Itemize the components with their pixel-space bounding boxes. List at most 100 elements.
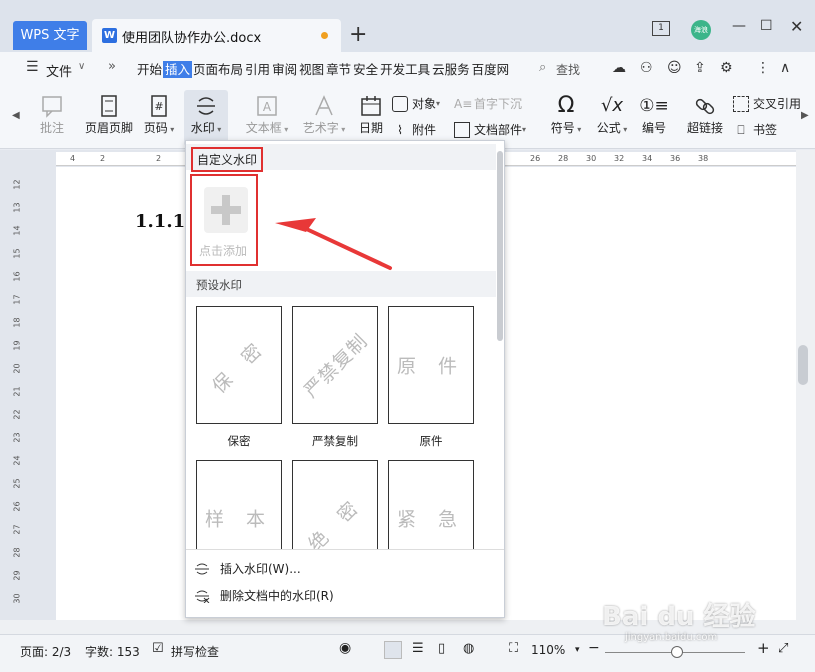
- vertical-scrollbar[interactable]: [796, 150, 815, 620]
- object-icon: [392, 95, 408, 112]
- collaborate-icon[interactable]: ⚇: [640, 60, 653, 76]
- object-button[interactable]: 对象 ▾: [392, 95, 440, 112]
- add-custom-watermark-button[interactable]: 点击添加: [190, 174, 258, 266]
- header-footer-button[interactable]: 页眉页脚: [84, 93, 134, 136]
- tab-home[interactable]: 开始: [136, 61, 163, 78]
- symbol-button[interactable]: Ω 符号 ▾: [548, 93, 584, 136]
- fullscreen-icon[interactable]: ⤢: [778, 641, 788, 656]
- file-menu[interactable]: 文件: [46, 61, 72, 80]
- zoom-out-button[interactable]: −: [588, 640, 600, 656]
- cross-ref-button[interactable]: 交叉引用: [733, 95, 801, 112]
- comment-button[interactable]: 批注: [34, 93, 70, 136]
- page-count-icon[interactable]: 1: [652, 21, 670, 36]
- page-view-icon[interactable]: [384, 641, 402, 659]
- zoom-dropdown-icon[interactable]: ▾: [575, 645, 580, 655]
- search-label[interactable]: 查找: [556, 61, 580, 78]
- web-view-icon[interactable]: ◍: [463, 641, 474, 656]
- fit-page-icon[interactable]: ⛶: [509, 641, 518, 656]
- preset-watermark-card[interactable]: 保 密: [196, 306, 282, 424]
- settings-icon[interactable]: ⚙: [720, 60, 733, 76]
- tab-view[interactable]: 视图: [298, 61, 325, 78]
- user-avatar[interactable]: 海浪: [691, 20, 711, 40]
- document-heading[interactable]: 1.1.1.: [135, 211, 191, 232]
- tab-review[interactable]: 审阅: [271, 61, 298, 78]
- preset-watermark-text: 原 件: [396, 355, 466, 378]
- ruler-tick: 21: [12, 386, 22, 397]
- zoom-slider-handle[interactable]: [671, 646, 683, 658]
- tab-security[interactable]: 安全: [352, 61, 379, 78]
- formula-button[interactable]: √x 公式 ▾: [594, 93, 630, 136]
- attachment-label: 附件: [412, 123, 437, 137]
- textbox-button[interactable]: A 文本框 ▾: [242, 93, 292, 136]
- formula-icon: √x: [600, 95, 624, 116]
- ruler-tick: 13: [12, 202, 22, 213]
- close-icon[interactable]: ✕: [790, 17, 803, 36]
- zoom-in-button[interactable]: +: [757, 639, 770, 657]
- numbering-icon: ①≡: [639, 96, 669, 116]
- hyperlink-button[interactable]: 超链接: [686, 93, 724, 136]
- tab-references[interactable]: 引用: [244, 61, 271, 78]
- more-options-icon[interactable]: ⋮: [756, 60, 770, 76]
- vertical-scrollbar-thumb[interactable]: [798, 345, 808, 385]
- preset-watermark-card[interactable]: 严禁复制: [292, 306, 378, 424]
- bookmark-button[interactable]: ⎕ 书签: [733, 121, 777, 138]
- preset-watermark-card[interactable]: 样 本: [196, 460, 282, 550]
- app-tab[interactable]: WPS 文字: [13, 21, 87, 50]
- doc-parts-button[interactable]: 文档部件 ▾: [454, 121, 526, 138]
- watermark-button[interactable]: 水印 ▾: [186, 93, 226, 136]
- cloud-sync-icon[interactable]: ☁: [612, 60, 626, 76]
- insert-watermark-menu-item[interactable]: 插入水印(W)...: [194, 560, 301, 577]
- ruler-tick: 28: [558, 154, 569, 163]
- dropdown-scrollbar-thumb[interactable]: [497, 151, 503, 341]
- spellcheck-label[interactable]: 拼写检查: [171, 643, 219, 660]
- numbering-button[interactable]: ①≡ 编号: [639, 93, 669, 136]
- hamburger-menu-icon[interactable]: ☰: [26, 59, 39, 75]
- page-number-icon: #: [151, 95, 167, 117]
- wordart-button[interactable]: 艺术字 ▾: [299, 93, 349, 136]
- ribbon-scroll-right-icon[interactable]: ▶: [801, 110, 811, 121]
- collapse-ribbon-icon[interactable]: ∧: [780, 60, 790, 76]
- ribbon-scroll-left-icon[interactable]: ◀: [12, 110, 22, 121]
- date-button[interactable]: 日期: [356, 93, 386, 136]
- page-number-button[interactable]: # 页码 ▾: [142, 93, 176, 136]
- preset-watermark-card[interactable]: 紧 急: [388, 460, 474, 550]
- page-indicator[interactable]: 页面: 2/3: [20, 643, 71, 660]
- tab-page-layout[interactable]: 页面布局: [192, 61, 244, 78]
- attachment-button[interactable]: ⌇ 附件: [392, 121, 436, 138]
- ruler-tick: 14: [12, 225, 22, 236]
- preset-watermark-card[interactable]: 原 件: [388, 306, 474, 424]
- ruler-tick: 22: [12, 409, 22, 420]
- numbering-label: 编号: [641, 121, 666, 135]
- paperclip-icon: ⌇: [397, 122, 403, 137]
- search-icon[interactable]: ⌕: [539, 60, 546, 75]
- tab-cloud[interactable]: 云服务: [431, 61, 471, 78]
- more-tabs-icon[interactable]: »: [108, 59, 116, 74]
- maximize-icon[interactable]: ☐: [760, 18, 773, 34]
- zoom-level[interactable]: 110%: [531, 643, 565, 657]
- share-icon[interactable]: ⇪: [694, 60, 706, 76]
- ruler-tick: 24: [12, 455, 22, 466]
- preset-watermark-text: 样 本: [204, 508, 274, 531]
- ribbon-tabs: 开始 插入 页面布局 引用 审阅 视图 章节 安全 开发工具 云服务 百度网: [136, 61, 510, 78]
- dropcap-button[interactable]: A≡ 首字下沉: [454, 95, 522, 112]
- delete-watermark-menu-item[interactable]: 删除文档中的水印(R): [194, 587, 334, 604]
- ruler-tick: 27: [12, 524, 22, 535]
- spellcheck-icon[interactable]: ☑: [152, 641, 164, 656]
- preset-watermark-card[interactable]: 绝 密: [292, 460, 378, 550]
- delete-watermark-label: 删除文档中的水印(R): [220, 589, 334, 603]
- chat-icon[interactable]: ☺: [667, 60, 682, 76]
- custom-watermark-header: 自定义水印: [186, 144, 496, 172]
- preset-watermark-text: 绝 密: [304, 492, 368, 550]
- document-tab[interactable]: W 使用团队协作办公.docx: [92, 19, 341, 52]
- minimize-icon[interactable]: —: [732, 18, 746, 34]
- tab-insert[interactable]: 插入: [163, 61, 193, 78]
- eye-protection-icon[interactable]: ◉: [339, 640, 351, 656]
- outline-view-icon[interactable]: ☰: [412, 641, 424, 656]
- tab-baidu[interactable]: 百度网: [471, 61, 511, 78]
- reading-view-icon[interactable]: ▯: [438, 641, 445, 656]
- tab-chapter[interactable]: 章节: [325, 61, 352, 78]
- word-count[interactable]: 字数: 153: [85, 643, 140, 660]
- new-tab-button[interactable]: +: [349, 20, 367, 50]
- tab-developer[interactable]: 开发工具: [379, 61, 431, 78]
- chevron-down-icon[interactable]: ∨: [78, 61, 85, 72]
